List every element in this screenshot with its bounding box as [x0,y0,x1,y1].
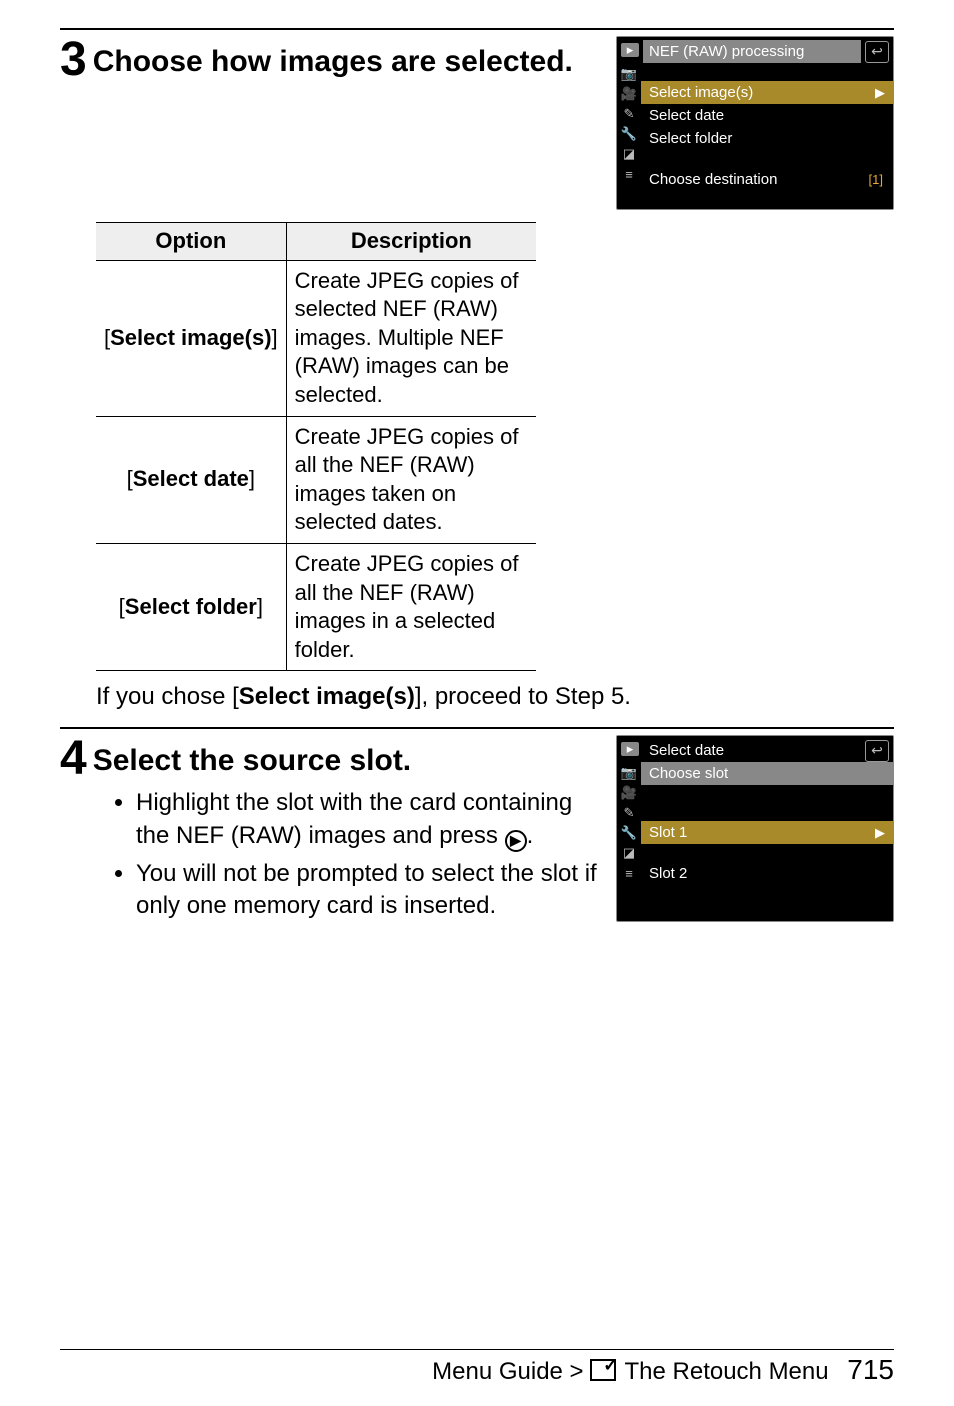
video-tab-icon: 🎥 [620,786,638,800]
chevron-right-icon: ▶ [875,825,885,841]
page-footer: Menu Guide > The Retouch Menu 715 [60,1349,894,1386]
mymenu-tab-icon: ≡ [620,167,638,181]
destination-slot-icon: [1] [869,172,885,187]
pencil-tab-icon: ✎ [620,107,638,121]
screen-title: Select date [643,739,861,762]
screen-subheader: Choose slot [641,762,893,785]
back-icon: ↩ [865,41,889,63]
video-tab-icon: 🎥 [620,87,638,101]
wrench-tab-icon: 🔧 [620,127,638,141]
table-row: [Select date] Create JPEG copies of all … [96,416,536,543]
page-number: 715 [847,1354,894,1385]
step3-title: Choose how images are selected. [93,44,573,80]
step4-bullet-1: Highlight the slot with the card contain… [136,787,604,852]
wrench-tab-icon: 🔧 [620,826,638,840]
pencil-tab-icon: ✎ [620,806,638,820]
menu-slot-2: Slot 2 [641,862,893,885]
step4-camera-screenshot: ▸ Select date ↩ 📷 🎥 ✎ 🔧 ◪ ≡ Ch [616,735,894,922]
step3-camera-screenshot: ▸ NEF (RAW) processing ↩ 📷 🎥 ✎ 🔧 ◪ ≡ [616,36,894,210]
table-header-option: Option [96,223,286,261]
retouch-tab-icon: ◪ [620,147,638,161]
playback-tab-icon: ▸ [621,742,639,756]
camera-tab-icon: 📷 [620,766,638,780]
multiselector-right-icon: ▶ [505,830,527,852]
menu-slot-1: Slot 1 ▶ [641,821,893,844]
back-icon: ↩ [865,740,889,762]
step4-number: 4 [60,735,87,783]
table-row: [Select folder] Create JPEG copies of al… [96,543,536,670]
camera-tab-icon: 📷 [620,67,638,81]
mymenu-tab-icon: ≡ [620,866,638,880]
step4-title: Select the source slot. [93,743,411,779]
menu-choose-destination: Choose destination [1] [641,168,893,191]
options-table: Option Description [Select image(s)] Cre… [96,222,536,671]
table-header-description: Description [286,223,536,261]
retouch-tab-icon: ◪ [620,846,638,860]
screen-title: NEF (RAW) processing [643,40,861,63]
menu-select-date: Select date [641,104,893,127]
step4-bullet-2: You will not be prompted to select the s… [136,858,604,923]
step3-number: 3 [60,36,87,84]
menu-select-folder: Select folder [641,127,893,150]
retouch-menu-icon [590,1359,616,1381]
step3-note: If you chose [Select image(s)], proceed … [96,683,894,711]
table-row: [Select image(s)] Create JPEG copies of … [96,260,536,416]
menu-select-images: Select image(s) ▶ [641,81,893,104]
chevron-right-icon: ▶ [875,85,885,101]
playback-tab-icon: ▸ [621,43,639,57]
